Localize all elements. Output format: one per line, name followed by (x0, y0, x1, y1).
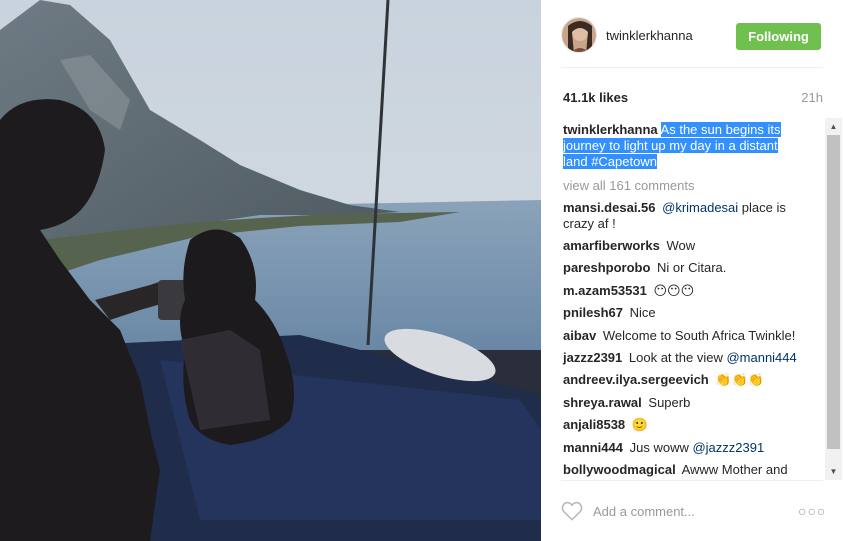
comment-username[interactable]: jazzz2391 (563, 350, 622, 365)
comment-text: 👏👏👏 (715, 372, 764, 387)
list-item: shreya.rawal Superb (563, 395, 801, 411)
comment-username[interactable]: pareshporobo (563, 260, 650, 275)
comment-bar: ○○○ (561, 480, 825, 541)
comment-username[interactable]: amarfiberworks (563, 238, 660, 253)
comment-mention[interactable]: @manni444 (726, 350, 796, 365)
comment-text: Ni or Citara. (657, 260, 727, 275)
list-item: andreev.ilya.sergeevich 👏👏👏 (563, 372, 801, 388)
comment-text: Look at the view (628, 350, 727, 365)
comment-text: 🙂 (631, 417, 648, 432)
caption: twinklerkhanna As the sun begins its jou… (563, 122, 795, 170)
comment-username[interactable]: anjali8538 (563, 417, 625, 432)
list-item: jazzz2391 Look at the view @manni444 (563, 350, 801, 366)
comment-username[interactable]: shreya.rawal (563, 395, 642, 410)
view-all-comments-link[interactable]: view all 161 comments (563, 178, 695, 193)
comment-text: Awww Mother and (681, 462, 788, 477)
list-item: pnilesh67 Nice (563, 305, 801, 321)
comment-mention[interactable]: @krimadesai (662, 200, 738, 215)
list-item: amarfiberworks Wow (563, 238, 801, 254)
comments-list[interactable]: twinklerkhanna As the sun begins its jou… (561, 122, 823, 479)
list-item: mansi.desai.56 @krimadesai place is craz… (563, 200, 801, 232)
comment-text: Nice (629, 305, 656, 320)
scroll-down-arrow-icon[interactable]: ▼ (825, 463, 842, 480)
comment-text: Jus woww (629, 440, 693, 455)
more-options-icon[interactable]: ○○○ (798, 503, 825, 519)
comment-mention[interactable]: @jazzz2391 (692, 440, 764, 455)
comment-username[interactable]: bollywoodmagical (563, 462, 676, 477)
likes-count[interactable]: 41.1k likes (563, 90, 628, 105)
post-details-panel: twinklerkhanna Following 41.1k likes 21h… (541, 0, 843, 541)
comment-username[interactable]: andreev.ilya.sergeevich (563, 372, 709, 387)
scroll-up-arrow-icon[interactable]: ▲ (825, 118, 842, 135)
list-item: manni444 Jus woww @jazzz2391 (563, 440, 801, 456)
comment-username[interactable]: pnilesh67 (563, 305, 623, 320)
comment-username[interactable]: mansi.desai.56 (563, 200, 656, 215)
caption-username[interactable]: twinklerkhanna (563, 122, 658, 137)
list-item: anjali8538 🙂 (563, 417, 801, 433)
avatar[interactable] (561, 17, 597, 53)
comment-username[interactable]: aibav (563, 328, 596, 343)
comment-text: Wow (666, 238, 696, 253)
list-item: pareshporobo Ni or Citara. (563, 260, 801, 276)
comment-text: 😶😶😶 (653, 283, 695, 298)
scrollbar-thumb[interactable] (827, 135, 840, 449)
heart-icon[interactable] (561, 501, 583, 521)
following-button[interactable]: Following (736, 23, 821, 50)
post-header: twinklerkhanna Following (561, 14, 823, 68)
comment-text: Superb (648, 395, 691, 410)
comments-scrollbar[interactable]: ▲ ▼ (825, 118, 842, 480)
photo-scene (0, 0, 541, 541)
post-photo[interactable] (0, 0, 541, 541)
post-time[interactable]: 21h (801, 90, 823, 105)
likes-row: 41.1k likes 21h (561, 88, 823, 108)
list-item: bollywoodmagical Awww Mother and (563, 462, 801, 478)
list-item: aibav Welcome to South Africa Twinkle! (563, 328, 801, 344)
list-item: m.azam53531 😶😶😶 (563, 283, 801, 299)
comment-username[interactable]: manni444 (563, 440, 623, 455)
comment-text: Welcome to South Africa Twinkle! (602, 328, 796, 343)
comment-username[interactable]: m.azam53531 (563, 283, 647, 298)
add-comment-input[interactable] (593, 501, 783, 521)
username[interactable]: twinklerkhanna (606, 28, 693, 43)
